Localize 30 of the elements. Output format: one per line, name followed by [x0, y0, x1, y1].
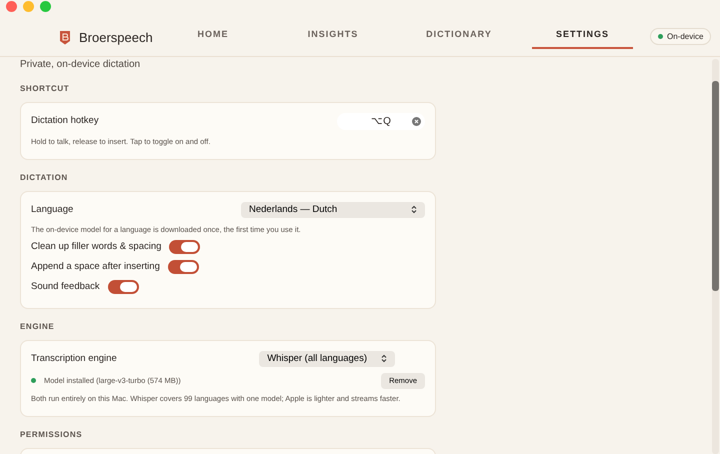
status-dot-icon	[658, 34, 663, 39]
clear-icon[interactable]	[412, 117, 421, 126]
section-heading: ENGINE	[20, 321, 56, 334]
section-heading: DICTATION	[20, 172, 69, 184]
app-name: Broerspeech	[79, 29, 153, 47]
toggle-switch[interactable]	[168, 260, 199, 274]
updown-icon	[411, 205, 417, 214]
hotkey-field[interactable]: ⌥Q	[337, 113, 425, 130]
toggle-switch[interactable]	[169, 240, 200, 254]
setting-label: Append a space after inserting	[31, 260, 160, 274]
nav-tab[interactable]: SETTINGS	[532, 28, 633, 48]
dropdown[interactable]: Nederlands — Dutch	[241, 202, 425, 218]
status-badge: On-device	[650, 28, 712, 45]
setting-label: Language	[31, 203, 74, 218]
setting-label: Transcription engine	[31, 352, 117, 366]
setting-label: Dictation hotkey	[31, 114, 99, 128]
subtitle: Private, on-device dictation	[20, 59, 142, 71]
shield-icon	[59, 30, 71, 46]
setting-label: Sound feedback	[31, 280, 100, 294]
dropdown[interactable]: Whisper (all languages)	[259, 351, 395, 368]
setting-label: Clean up filler words & spacing	[31, 240, 162, 254]
section-heading: PERMISSIONS	[20, 428, 84, 441]
close-icon[interactable]	[6, 1, 17, 12]
updown-icon	[381, 354, 387, 364]
scrollbar-thumb[interactable]	[712, 81, 719, 291]
nav-tab[interactable]: HOME	[190, 28, 236, 46]
toggle-switch[interactable]	[108, 280, 139, 294]
section-heading: SHORTCUT	[20, 83, 70, 95]
nav-tab[interactable]: DICTIONARY	[420, 28, 498, 46]
nav-tab[interactable]: INSIGHTS	[300, 28, 366, 46]
